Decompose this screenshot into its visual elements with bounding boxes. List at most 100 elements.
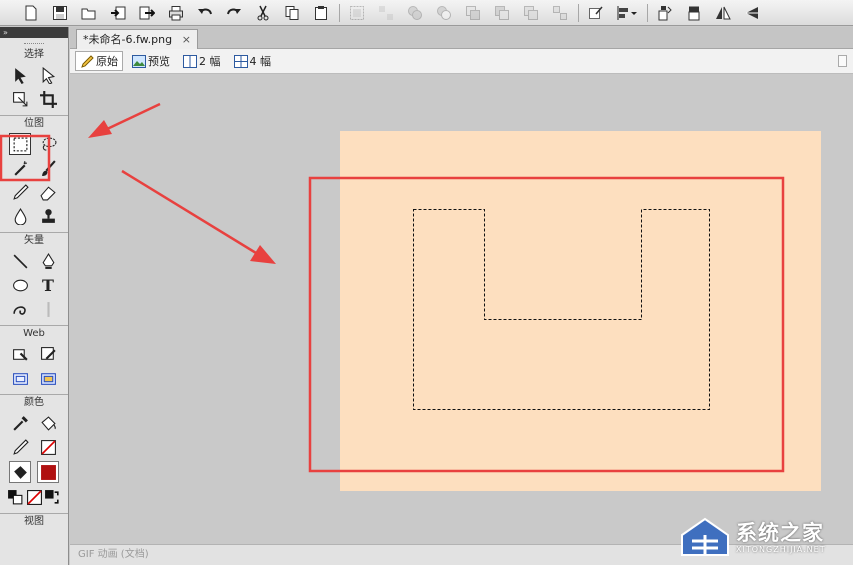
blur-tool[interactable] [9,205,31,227]
hide-slices-button[interactable] [9,367,31,389]
view-4up-button[interactable]: 4 幅 [230,51,276,71]
toolbar-separator [339,3,340,22]
save-button[interactable] [49,2,71,24]
flip-vertical-button[interactable] [741,2,763,24]
combine-icon [524,5,538,20]
union-button[interactable] [404,2,426,24]
no-stroke-icon [26,489,42,505]
pointer-tool[interactable] [9,64,31,86]
import-button[interactable] [107,2,129,24]
open-button[interactable] [78,2,100,24]
cut-button[interactable] [252,2,274,24]
print-button[interactable] [165,2,187,24]
group-button[interactable] [346,2,368,24]
split-icon [553,5,567,20]
line-tool[interactable] [9,250,31,272]
ellipse-tool[interactable] [9,274,31,296]
copy-icon [285,5,299,20]
tools-panel: » 选择 位图 矢量 T Web 颜色 视图 [0,27,69,565]
swap-colors-button[interactable] [43,486,62,508]
tool-row [0,459,68,485]
view-preview-button[interactable]: 预览 [128,51,174,71]
eraser-tool[interactable] [37,181,59,203]
default-colors-icon [7,489,23,504]
paint-bucket-icon [40,415,56,431]
split-button[interactable] [549,2,571,24]
align-button[interactable] [614,2,640,24]
flip-horizontal-button[interactable] [712,2,734,24]
ungroup-button[interactable] [375,2,397,24]
tool-row: T [0,273,68,297]
freeform-tool[interactable] [9,298,31,320]
fill-color-button[interactable] [9,461,31,483]
close-tab-icon[interactable]: × [182,30,191,49]
tool-row [0,204,68,228]
copy-button[interactable] [281,2,303,24]
combine-button[interactable] [520,2,542,24]
document-tab-bar: *未命名-6.fw.png × [70,27,853,49]
tools-panel-header[interactable]: » [0,27,68,38]
rubber-stamp-tool[interactable] [37,205,59,227]
group-icon [350,5,364,20]
undo-button[interactable] [194,2,216,24]
crop-tool[interactable] [37,88,59,110]
show-slices-button[interactable] [37,367,59,389]
tool-row [0,485,68,509]
marquee-tool[interactable] [9,133,31,155]
stamp-icon [41,208,55,223]
crop-button[interactable] [491,2,513,24]
tool-row [0,180,68,204]
toolbar-separator [647,3,648,22]
scale-icon [12,91,27,106]
tool-row [0,297,68,321]
subselect-tool[interactable] [37,64,59,86]
pencil-tool[interactable] [9,181,31,203]
document-canvas[interactable] [340,131,821,491]
stroke-color-button[interactable] [9,436,31,458]
new-document-button[interactable] [20,2,42,24]
redo-button[interactable] [223,2,245,24]
paste-icon [315,5,327,20]
pencil-icon [81,54,94,68]
rotate-ccw-button[interactable] [654,2,676,24]
hotspot-tool[interactable] [9,343,31,365]
lasso-tool[interactable] [37,133,59,155]
text-icon: T [42,275,54,295]
two-up-icon [183,54,197,68]
no-stroke-fill-button[interactable] [25,486,44,508]
rotate-cw-button[interactable] [683,2,705,24]
fill-color-swatch[interactable] [37,461,59,483]
punch-button[interactable] [433,2,455,24]
picture-icon [132,54,146,68]
paste-button[interactable] [310,2,332,24]
page-options-icon[interactable] [838,55,847,67]
view-2up-button[interactable]: 2 幅 [179,51,225,71]
intersect-button[interactable] [462,2,484,24]
cut-icon [257,5,269,20]
union-icon [408,5,422,20]
paint-bucket-tool[interactable] [37,412,59,434]
default-colors-button[interactable] [6,486,25,508]
view-original-button[interactable]: 原始 [75,51,123,71]
knife-tool[interactable] [37,298,59,320]
text-tool[interactable]: T [37,274,59,296]
toolbar-separator [578,3,579,22]
document-tab[interactable]: *未命名-6.fw.png × [76,29,198,49]
brush-tool[interactable] [37,157,59,179]
tool-row [0,156,68,180]
eyedropper-icon [12,415,28,431]
tool-row [0,435,68,459]
pen-tool[interactable] [37,250,59,272]
export-button[interactable] [136,2,158,24]
eyedropper-tool[interactable] [9,412,31,434]
stroke-color-swatch[interactable] [37,436,59,458]
new-icon [25,5,37,20]
scale-tool[interactable] [9,88,31,110]
magic-wand-tool[interactable] [9,157,31,179]
rotate-cw-icon [688,6,700,20]
document-tab-title: *未命名-6.fw.png [83,33,173,46]
ellipse-icon [12,279,28,291]
tool-row [0,342,68,366]
insert-button[interactable] [585,2,607,24]
slice-tool[interactable] [37,343,59,365]
